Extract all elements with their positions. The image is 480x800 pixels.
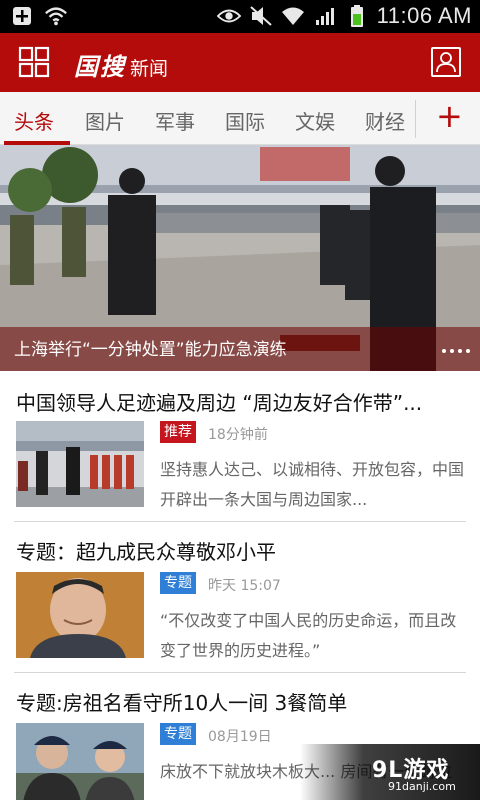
tab-pictures[interactable]: 图片 bbox=[85, 106, 125, 135]
news-time: 昨天 15:07 bbox=[208, 578, 281, 594]
news-summary: 坚持惠人达己、以诚相待、开放包容，中国开辟出一条大国与周边国家... bbox=[160, 460, 465, 509]
status-bar: 11:06 AM bbox=[0, 0, 480, 33]
category-tabs: 头条 图片 军事 国际 文娱 财经 + bbox=[0, 92, 480, 145]
add-box-icon bbox=[10, 4, 34, 28]
news-thumbnail bbox=[16, 421, 144, 507]
battery-icon bbox=[345, 4, 369, 28]
more-dots-icon bbox=[442, 349, 470, 353]
eye-icon bbox=[216, 4, 241, 28]
tab-international[interactable]: 国际 bbox=[225, 106, 265, 135]
app-logo: 国搜 新闻 bbox=[74, 47, 168, 82]
add-tab-button[interactable]: + bbox=[436, 98, 463, 134]
tab-military[interactable]: 军事 bbox=[155, 106, 195, 135]
tab-finance[interactable]: 财经 bbox=[365, 106, 405, 135]
tab-entertainment[interactable]: 文娱 bbox=[295, 106, 335, 135]
tab-headlines[interactable]: 头条 bbox=[14, 106, 54, 135]
signal-icon bbox=[313, 4, 337, 28]
logo-main-text: 国搜 bbox=[74, 52, 126, 81]
news-title: 专题:房祖名看守所10人一间 3餐简单 bbox=[16, 691, 348, 715]
news-item-2[interactable]: 专题：超九成民众尊敬邓小平 专题 昨天 15:07 “不仅改变了中国人民的历史命… bbox=[0, 522, 480, 672]
wifi-sync-icon bbox=[44, 4, 68, 28]
news-summary: “不仅改变了中国人民的历史命运，而且改变了世界的历史进程。” bbox=[160, 611, 457, 660]
user-profile-icon[interactable] bbox=[431, 47, 461, 77]
wifi-icon bbox=[281, 4, 305, 28]
topic-badge: 专题 bbox=[160, 572, 196, 594]
watermark-sub: 91danji.com bbox=[388, 780, 456, 793]
clock-time: 11:06 AM bbox=[376, 3, 472, 28]
news-thumbnail bbox=[16, 723, 144, 800]
news-item-1[interactable]: 中国领导人足迹遍及周边 “周边友好合作带”... 推荐 18分钟前 坚持惠人达己… bbox=[0, 371, 480, 521]
mute-icon bbox=[249, 4, 273, 28]
hero-caption: 上海举行“一分钟处置”能力应急演练 bbox=[14, 340, 287, 360]
tab-divider bbox=[415, 100, 416, 138]
logo-sub-text: 新闻 bbox=[130, 58, 169, 80]
recommend-badge: 推荐 bbox=[160, 421, 196, 443]
news-title: 中国领导人足迹遍及周边 “周边友好合作带”... bbox=[16, 391, 423, 415]
news-time: 18分钟前 bbox=[208, 427, 268, 443]
news-thumbnail bbox=[16, 572, 144, 658]
app-header: 国搜 新闻 bbox=[0, 33, 480, 92]
site-watermark: 9L游戏 91danji.com bbox=[300, 744, 480, 800]
hero-banner[interactable]: 上海举行“一分钟处置”能力应急演练 bbox=[0, 145, 480, 371]
grid-menu-icon[interactable] bbox=[18, 46, 50, 78]
news-time: 08月19日 bbox=[208, 729, 272, 745]
news-title: 专题：超九成民众尊敬邓小平 bbox=[16, 540, 276, 564]
topic-badge: 专题 bbox=[160, 723, 196, 745]
